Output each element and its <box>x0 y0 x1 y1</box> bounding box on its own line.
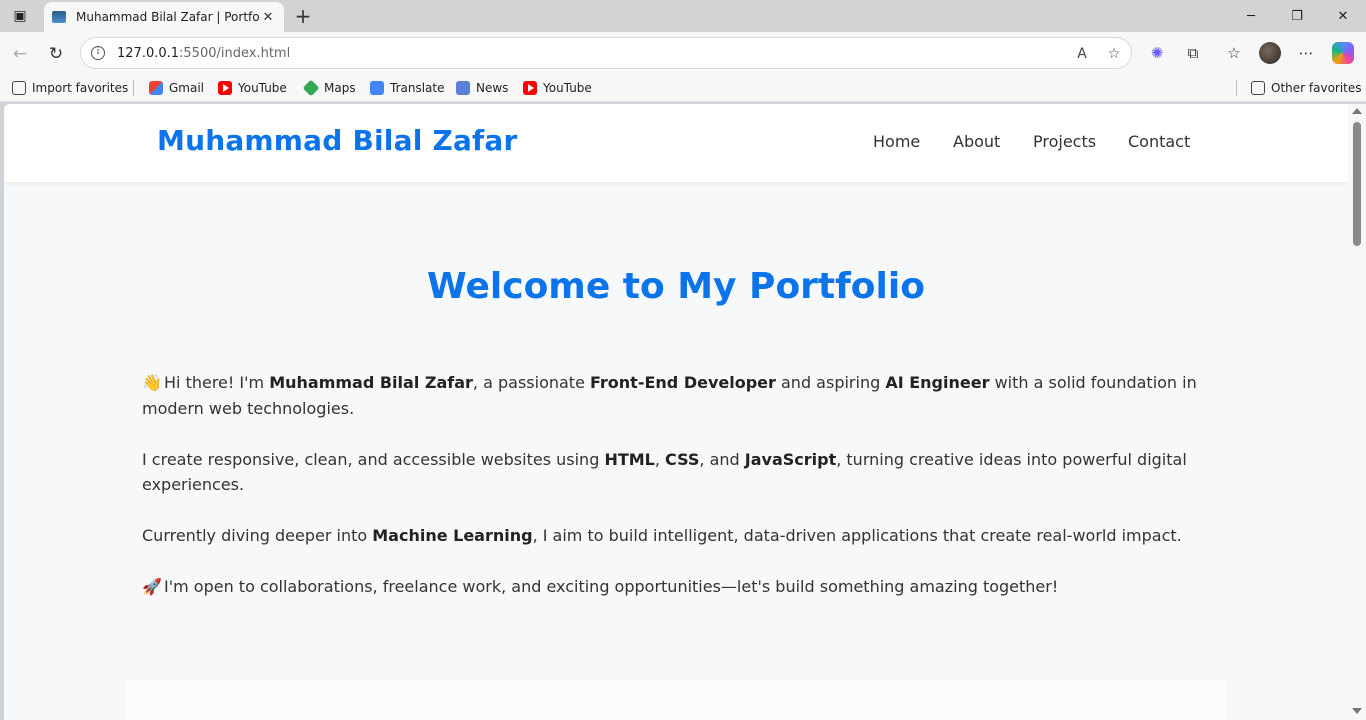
more-menu-icon[interactable]: ⋯ <box>1294 42 1318 64</box>
profile-avatar[interactable] <box>1258 42 1282 64</box>
gmail-icon <box>149 81 163 95</box>
tab-actions-icon[interactable]: ▣ <box>6 4 34 28</box>
scroll-thumb[interactable] <box>1353 122 1361 246</box>
ml-paragraph: Currently diving deeper into Machine Lea… <box>142 526 1182 545</box>
tab-title: Muhammad Bilal Zafar | Portfolio <box>76 10 260 24</box>
favorite-import[interactable]: Import favorites <box>12 79 128 97</box>
nav-about[interactable]: About <box>953 132 1000 151</box>
nav-projects[interactable]: Projects <box>1033 132 1096 151</box>
scroll-down-arrow-icon[interactable] <box>1352 708 1362 714</box>
youtube-icon <box>218 81 232 95</box>
new-tab-icon[interactable]: + <box>290 3 316 29</box>
url-text[interactable]: 127.0.0.1:5500/index.html <box>117 46 290 61</box>
extension-flower-icon[interactable]: ✺ <box>1145 42 1169 64</box>
favorites-divider <box>1236 80 1237 96</box>
hero-title: Welcome to My Portfolio <box>427 266 925 307</box>
intro-paragraph: 👋 Hi there! I'm Muhammad Bilal Zafar, a p… <box>142 370 1222 421</box>
folder-icon <box>1251 81 1265 95</box>
read-aloud-icon[interactable]: A <box>1073 45 1091 63</box>
address-bar[interactable]: i 127.0.0.1:5500/index.html A ☆ <box>80 37 1132 69</box>
site-info-icon[interactable]: i <box>91 46 105 60</box>
news-icon <box>456 81 470 95</box>
other-favorites[interactable]: Other favorites <box>1251 79 1362 97</box>
tab-favicon <box>52 11 66 23</box>
close-window-icon[interactable]: ✕ <box>1320 0 1366 32</box>
scroll-up-arrow-icon[interactable] <box>1352 108 1362 114</box>
page-scrollbar[interactable] <box>1348 104 1366 720</box>
maps-icon <box>302 79 320 97</box>
favorite-news[interactable]: News <box>456 79 508 97</box>
translate-icon <box>370 81 384 95</box>
favorites-bar: Import favorites Gmail YouTube Maps Tran… <box>0 74 1366 102</box>
address-row: ← ↻ i 127.0.0.1:5500/index.html A ☆ ✺ ⧉ … <box>0 32 1366 74</box>
tab-bar: ▣ Muhammad Bilal Zafar | Portfolio ✕ + ─… <box>0 0 1366 32</box>
collab-paragraph: 🚀 I'm open to collaborations, freelance w… <box>142 574 1222 600</box>
close-tab-icon[interactable]: ✕ <box>260 10 276 25</box>
favorite-translate[interactable]: Translate <box>370 79 445 97</box>
about-section: 👋 Hi there! I'm Muhammad Bilal Zafar, a p… <box>142 370 1222 625</box>
favorite-youtube[interactable]: YouTube <box>218 79 287 97</box>
page-viewport: Muhammad Bilal Zafar Home About Projects… <box>4 104 1348 720</box>
nav-home[interactable]: Home <box>873 132 920 151</box>
active-tab[interactable]: Muhammad Bilal Zafar | Portfolio ✕ <box>44 2 284 32</box>
site-header: Muhammad Bilal Zafar Home About Projects… <box>4 104 1348 182</box>
skills-paragraph: I create responsive, clean, and accessib… <box>142 449 1187 495</box>
back-icon[interactable]: ← <box>6 40 34 68</box>
copilot-icon[interactable] <box>1331 42 1355 64</box>
restore-icon[interactable]: ❐ <box>1274 0 1320 32</box>
nav-contact[interactable]: Contact <box>1128 132 1190 151</box>
minimize-icon[interactable]: ─ <box>1228 0 1274 32</box>
favorite-youtube-2[interactable]: YouTube <box>523 79 592 97</box>
favorites-icon[interactable]: ☆ <box>1222 42 1246 64</box>
refresh-icon[interactable]: ↻ <box>42 40 70 68</box>
rocket-icon: 🚀 <box>142 577 162 596</box>
import-icon <box>12 81 26 95</box>
projects-section-preview <box>126 680 1226 720</box>
favorite-gmail[interactable]: Gmail <box>149 79 204 97</box>
favorites-divider <box>133 80 134 96</box>
waving-hand-icon: 👋 <box>142 373 162 392</box>
favorite-maps[interactable]: Maps <box>302 79 356 97</box>
youtube-icon <box>523 81 537 95</box>
extensions-icon[interactable]: ⧉ <box>1181 42 1205 64</box>
site-logo[interactable]: Muhammad Bilal Zafar <box>157 124 518 157</box>
favorite-star-icon[interactable]: ☆ <box>1105 45 1123 63</box>
